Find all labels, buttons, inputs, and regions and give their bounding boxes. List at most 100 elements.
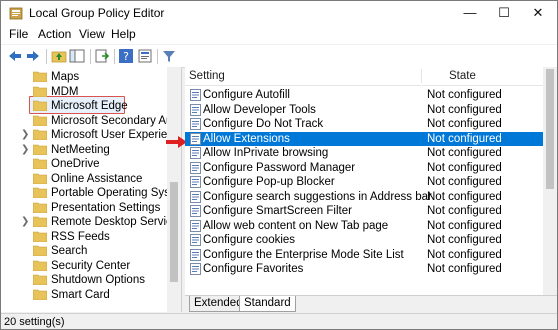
policy-setting-icon [190, 89, 201, 101]
menu-file[interactable]: File [9, 27, 28, 41]
tree-item[interactable]: Microsoft Secondary Authe [1, 114, 181, 128]
window-title: Local Group Policy Editor [29, 6, 165, 20]
policy-setting-icon [190, 190, 201, 203]
tree-item[interactable]: Online Assistance [1, 172, 166, 186]
policy-row[interactable]: Configure Password Manager Not configured [185, 161, 543, 175]
policy-setting-icon [190, 263, 201, 275]
policy-state: Not configured [427, 132, 502, 145]
policy-row[interactable]: Configure Pop-up Blocker Not configured [185, 175, 543, 189]
policy-state: Not configured [427, 147, 502, 159]
list-scrollbar[interactable] [543, 67, 557, 295]
policy-setting-icon [190, 219, 201, 232]
tree-item[interactable]: Security Center [1, 259, 166, 273]
folder-icon [33, 158, 47, 169]
policy-setting-icon [190, 205, 201, 217]
policy-row[interactable]: Allow web content on New Tab page Not con… [185, 219, 543, 233]
toolbar: ? [1, 44, 557, 68]
help-icon[interactable]: ? [118, 48, 134, 64]
policy-state: Not configured [427, 219, 502, 232]
policy-setting-icon [190, 176, 201, 188]
svg-text:?: ? [123, 50, 129, 63]
filter-icon[interactable] [161, 48, 177, 64]
menu-view[interactable]: View [79, 27, 105, 41]
menu-action[interactable]: Action [38, 27, 71, 41]
folder-icon [33, 274, 47, 285]
status-text: 20 setting(s) [4, 316, 65, 328]
close-button[interactable]: ✕ [521, 1, 555, 25]
policy-row[interactable]: Configure search suggestions in Address … [185, 190, 543, 204]
folder-icon [33, 100, 47, 111]
minimize-button[interactable]: — [453, 1, 487, 25]
tree-item[interactable]: Presentation Settings [1, 201, 166, 215]
tree-item[interactable]: Search [1, 244, 166, 258]
policy-setting-icon [190, 103, 201, 116]
policy-row[interactable]: Configure Autofill Not configured [185, 88, 543, 102]
folder-icon [33, 202, 47, 213]
policy-name: Configure Pop-up Blocker [203, 176, 335, 188]
toolbar-separator [90, 49, 91, 64]
tree-pane[interactable]: Maps MDM Microsoft Edge Microsoft Secondary… [1, 67, 182, 312]
chevron-right-icon[interactable]: ❯ [21, 144, 29, 155]
chevron-right-icon[interactable]: ❯ [21, 216, 29, 227]
tree-item[interactable]: Smart Card [1, 288, 166, 302]
policy-row[interactable]: Allow Developer Tools Not configured [185, 103, 543, 117]
folder-icon [33, 129, 47, 140]
tree-item-label: Maps [51, 71, 80, 83]
tree-item[interactable]: Maps [1, 70, 166, 84]
export-list-icon[interactable] [94, 48, 110, 64]
tree-scrollbar-thumb[interactable] [170, 182, 178, 282]
policy-state: Not configured [427, 248, 502, 261]
tree-item[interactable]: Portable Operating System [1, 186, 181, 200]
policy-row[interactable]: Allow Extensions Not configured [185, 131, 543, 146]
show-hide-tree-icon[interactable] [69, 48, 85, 64]
chevron-right-icon[interactable]: ❯ [21, 129, 29, 140]
tree-item-label: Presentation Settings [51, 201, 161, 214]
tree-item[interactable]: ❯ Remote Desktop Services [1, 215, 181, 229]
policy-state: Not configured [427, 89, 502, 101]
policy-row[interactable]: Configure SmartScreen Filter Not configur… [185, 204, 543, 218]
tree-item-label: Microsoft Secondary Authe [51, 114, 182, 127]
tree-item[interactable]: Shutdown Options [1, 273, 166, 287]
policy-row[interactable]: Configure cookies Not configured [185, 233, 543, 247]
tree-item[interactable]: ❯ Microsoft User Experience V [1, 128, 181, 142]
policy-row[interactable]: Configure the Enterprise Mode Site List N… [185, 248, 543, 262]
back-arrow-icon[interactable] [7, 48, 23, 64]
toolbar-separator [114, 49, 115, 64]
policy-name: Allow Developer Tools [203, 103, 316, 116]
up-folder-icon[interactable] [51, 48, 67, 64]
tab-standard[interactable]: Standard [239, 296, 296, 312]
tree-item-label: OneDrive [51, 158, 100, 170]
gpedit-app-icon [9, 7, 23, 20]
view-tabs: Extended Standard [185, 295, 557, 313]
policy-row[interactable]: Configure Favorites Not configured [185, 262, 543, 276]
settings-list-pane[interactable]: Setting State Configure Autofill Not conf… [185, 67, 557, 295]
tree-item[interactable]: Microsoft Edge [1, 99, 166, 113]
policy-name: Allow web content on New Tab page [203, 219, 389, 232]
policy-row[interactable]: Allow InPrivate browsing Not configured [185, 146, 543, 160]
policy-setting-icon [190, 161, 201, 174]
toolbar-separator [46, 49, 47, 64]
tree-item-label: Shutdown Options [51, 274, 145, 286]
folder-icon [33, 260, 47, 271]
tree-item[interactable]: OneDrive [1, 157, 166, 171]
column-header-state[interactable]: State [422, 67, 543, 86]
tree-item[interactable]: MDM [1, 85, 166, 99]
tree-scrollbar[interactable] [167, 67, 181, 312]
tree-item[interactable]: ❯ NetMeeting [1, 143, 166, 157]
policy-state: Not configured [427, 176, 502, 188]
folder-icon [33, 245, 47, 256]
policy-state: Not configured [427, 190, 502, 203]
maximize-button[interactable]: ☐ [487, 1, 521, 25]
folder-icon [33, 173, 47, 184]
policy-state: Not configured [427, 118, 502, 130]
tree-item[interactable]: RSS Feeds [1, 230, 166, 244]
tree-item-label: Security Center [51, 259, 131, 272]
menu-help[interactable]: Help [111, 27, 136, 41]
menu-bar: File Action View Help [1, 25, 557, 44]
list-scrollbar-thumb[interactable] [546, 69, 554, 189]
properties-icon[interactable] [137, 48, 153, 64]
policy-row[interactable]: Configure Do Not Track Not configured [185, 117, 543, 131]
column-header-setting[interactable]: Setting [185, 67, 421, 86]
policy-name: Allow Extensions [203, 132, 290, 145]
forward-arrow-icon[interactable] [25, 48, 41, 64]
